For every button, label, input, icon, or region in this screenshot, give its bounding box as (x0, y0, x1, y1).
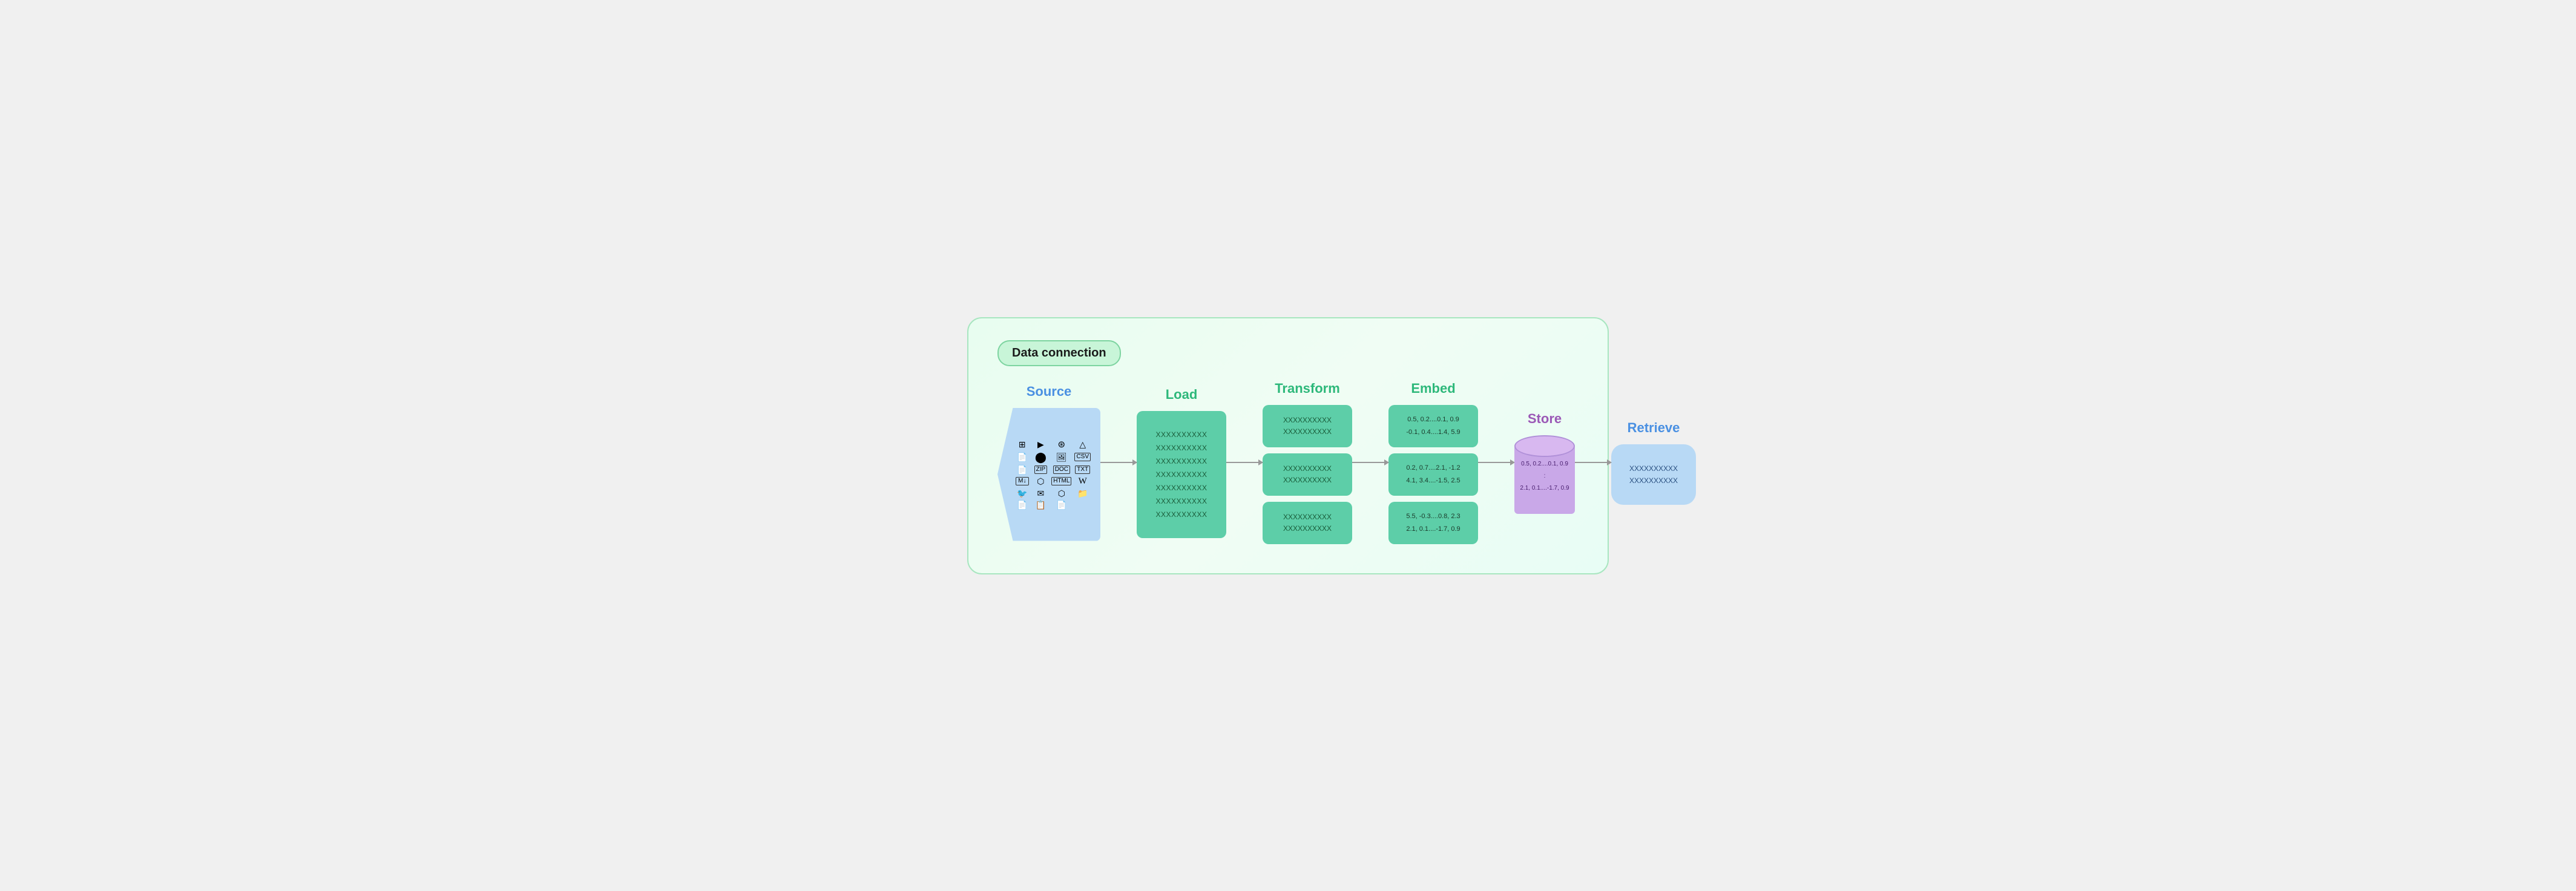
icon-doc4: 📄 (1017, 501, 1027, 509)
store-line-1: 0.5, 0.2....0.1, 0.9 (1514, 459, 1575, 469)
pipeline: Source ⊞ ▶ ⊛ △ 📄 ⬤ 🖼 CSV 📄 ZIP DOC (997, 381, 1579, 544)
stage-transform: Transform XXXXXXXXXX XXXXXXXXXX XXXXXXXX… (1263, 381, 1352, 544)
load-label: Load (1166, 387, 1198, 403)
arrow-line-1 (1100, 462, 1137, 463)
load-row-6: XXXXXXXXXX (1155, 497, 1207, 505)
embed-boxes: 0.5, 0.2....0.1, 0.9 -0.1, 0.4....1.4, 5… (1388, 405, 1478, 544)
icon-notion: ⬡ (1058, 489, 1065, 498)
icon-triangle: △ (1079, 440, 1086, 449)
transform-box-1-row-1: XXXXXXXXXX (1283, 416, 1332, 424)
load-row-7: XXXXXXXXXX (1155, 510, 1207, 519)
store-label: Store (1528, 411, 1562, 427)
source-label: Source (1027, 384, 1072, 399)
arrow-line-5 (1575, 462, 1611, 463)
arrow-source-load (1100, 462, 1137, 463)
icon-doc1: 📄 (1017, 453, 1027, 461)
transform-box-2-row-1: XXXXXXXXXX (1283, 464, 1332, 473)
embed-box-1-line-1: 0.5, 0.2....0.1, 0.9 (1407, 415, 1459, 425)
arrow-embed-store (1478, 462, 1514, 463)
arrow-line-2 (1226, 462, 1263, 463)
transform-label: Transform (1275, 381, 1340, 396)
stage-retrieve: Retrieve XXXXXXXXXX XXXXXXXXXX (1611, 420, 1696, 505)
title-badge: Data connection (997, 340, 1121, 366)
transform-box-1: XXXXXXXXXX XXXXXXXXXX (1263, 405, 1352, 447)
icon-wiki: W (1079, 477, 1087, 486)
load-row-3: XXXXXXXXXX (1155, 457, 1207, 465)
icon-doc3: DOC (1053, 465, 1070, 474)
load-row-4: XXXXXXXXXX (1155, 470, 1207, 479)
stage-store: Store 0.5, 0.2....0.1, 0.9 : 2.1, 0.1...… (1514, 411, 1575, 514)
icon-csv: CSV (1074, 453, 1091, 461)
embed-box-3-line-1: 5.5, -0.3....0.8, 2.3 (1406, 511, 1460, 522)
retrieve-row-2: XXXXXXXXXX (1629, 476, 1678, 485)
embed-box-2-line-1: 0.2, 0.7....2.1, -1.2 (1406, 463, 1460, 473)
diagram-container: Data connection Source ⊞ ▶ ⊛ △ 📄 ⬤ 🖼 CSV (967, 317, 1609, 574)
cylinder-top (1514, 435, 1575, 457)
title-text: Data connection (1012, 346, 1106, 360)
source-shape: ⊞ ▶ ⊛ △ 📄 ⬤ 🖼 CSV 📄 ZIP DOC TXT M↓ (997, 408, 1100, 541)
icon-doc5: 📋 (1036, 501, 1046, 509)
transform-box-1-row-2: XXXXXXXXXX (1283, 427, 1332, 436)
retrieve-row-1: XXXXXXXXXX (1629, 464, 1678, 473)
transform-box-2: XXXXXXXXXX XXXXXXXXXX (1263, 453, 1352, 496)
embed-box-3-line-2: 2.1, 0.1....-1.7, 0.9 (1406, 524, 1460, 534)
load-row-5: XXXXXXXXXX (1155, 484, 1207, 492)
stage-source: Source ⊞ ▶ ⊛ △ 📄 ⬤ 🖼 CSV 📄 ZIP DOC (997, 384, 1100, 541)
arrow-line-3 (1352, 462, 1388, 463)
load-row-1: XXXXXXXXXX (1155, 430, 1207, 439)
icon-md: M↓ (1016, 477, 1029, 485)
transform-box-3-row-2: XXXXXXXXXX (1283, 524, 1332, 533)
retrieve-shape: XXXXXXXXXX XXXXXXXXXX (1611, 444, 1696, 505)
embed-box-1-line-2: -0.1, 0.4....1.4, 5.9 (1406, 427, 1460, 438)
store-cylinder: 0.5, 0.2....0.1, 0.9 : 2.1, 0.1....-1.7,… (1514, 435, 1575, 514)
icon-twitter: 🐦 (1017, 489, 1027, 498)
embed-box-2-line-2: 4.1, 3.4....-1.5, 2.5 (1406, 476, 1460, 486)
source-icons: ⊞ ▶ ⊛ △ 📄 ⬤ 🖼 CSV 📄 ZIP DOC TXT M↓ (1014, 440, 1091, 509)
embed-box-2: 0.2, 0.7....2.1, -1.2 4.1, 3.4....-1.5, … (1388, 453, 1478, 496)
stage-embed: Embed 0.5, 0.2....0.1, 0.9 -0.1, 0.4....… (1388, 381, 1478, 544)
icon-html: HTML (1051, 477, 1071, 485)
arrow-transform-embed (1352, 462, 1388, 463)
icon-doc6: 📄 (1056, 501, 1066, 509)
icon-discord: ⊛ (1058, 440, 1066, 449)
embed-label: Embed (1411, 381, 1455, 396)
icon-play: ▶ (1037, 440, 1044, 449)
embed-box-3: 5.5, -0.3....0.8, 2.3 2.1, 0.1....-1.7, … (1388, 502, 1478, 544)
embed-box-1: 0.5, 0.2....0.1, 0.9 -0.1, 0.4....1.4, 5… (1388, 405, 1478, 447)
icon-doc2: 📄 (1017, 465, 1027, 474)
store-line-3: 2.1, 0.1....-1.7, 0.9 (1514, 484, 1575, 493)
arrow-store-retrieve (1575, 462, 1611, 463)
cylinder-body (1514, 447, 1575, 514)
transform-box-2-row-2: XXXXXXXXXX (1283, 476, 1332, 484)
icon-github: ⬤ (1035, 452, 1046, 462)
transform-box-3: XXXXXXXXXX XXXXXXXXXX (1263, 502, 1352, 544)
icon-folder: 📁 (1077, 489, 1088, 498)
retrieve-label: Retrieve (1628, 420, 1680, 436)
transform-boxes: XXXXXXXXXX XXXXXXXXXX XXXXXXXXXX XXXXXXX… (1263, 405, 1352, 544)
icon-grid: ⊞ (1019, 440, 1026, 449)
icon-txt: TXT (1075, 465, 1090, 474)
load-box: XXXXXXXXXX XXXXXXXXXX XXXXXXXXXX XXXXXXX… (1137, 411, 1226, 538)
arrow-load-transform (1226, 462, 1263, 463)
icon-bolt: ⬡ (1037, 477, 1044, 485)
stage-load: Load XXXXXXXXXX XXXXXXXXXX XXXXXXXXXX XX… (1137, 387, 1226, 538)
transform-box-3-row-1: XXXXXXXXXX (1283, 513, 1332, 521)
icon-zip: ZIP (1034, 465, 1048, 474)
store-line-2: : (1514, 472, 1575, 481)
load-row-2: XXXXXXXXXX (1155, 444, 1207, 452)
icon-image: 🖼 (1056, 453, 1067, 461)
icon-mail: ✉ (1037, 489, 1045, 498)
arrow-line-4 (1478, 462, 1514, 463)
